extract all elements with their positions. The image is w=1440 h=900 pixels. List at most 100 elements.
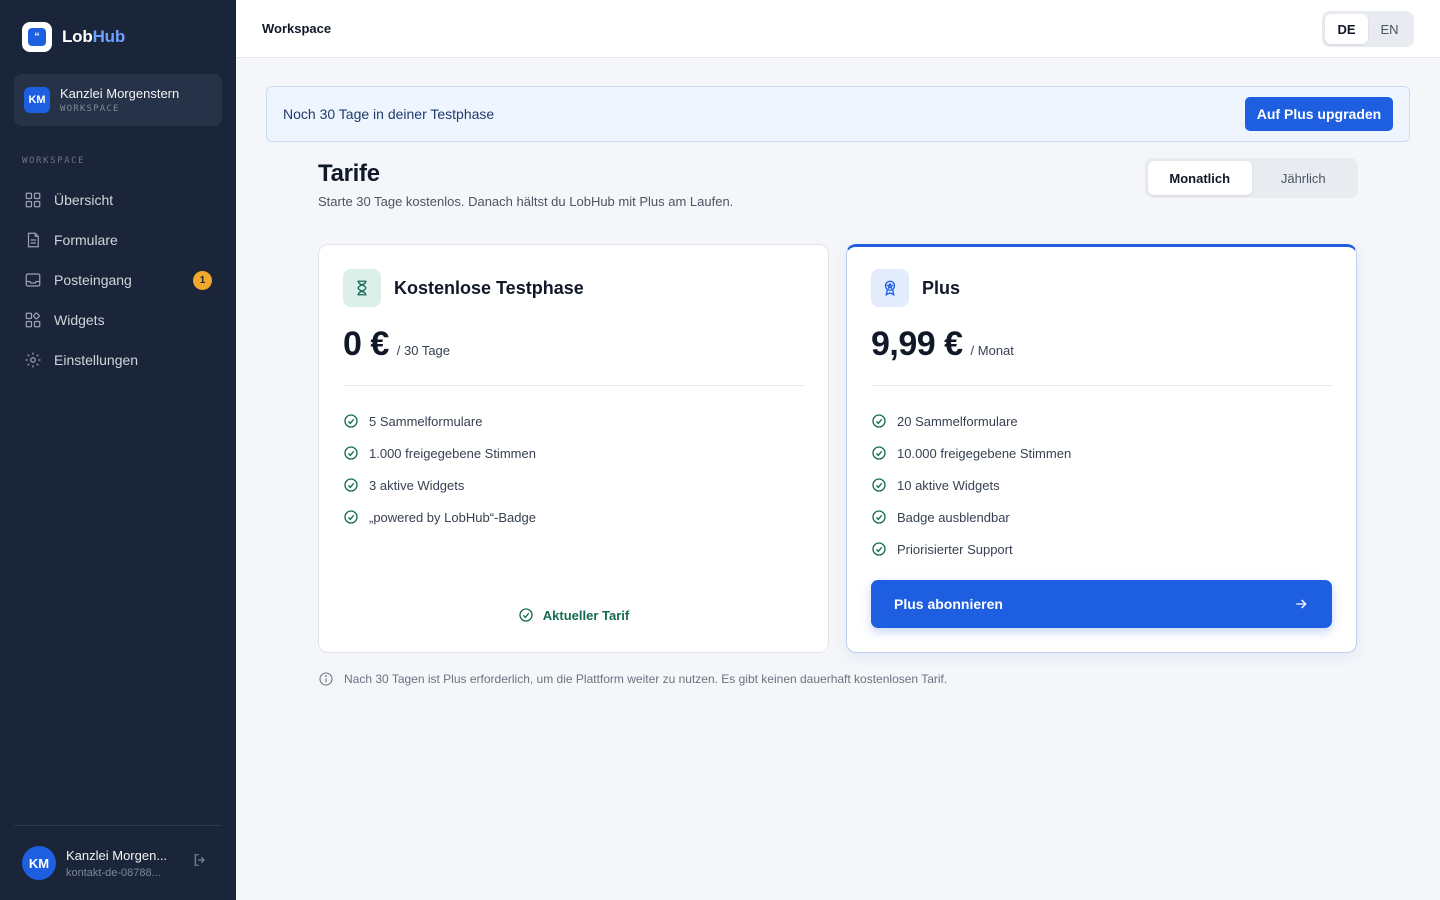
quote-icon: “ xyxy=(28,28,46,46)
list-item: „powered by LobHub“-Badge xyxy=(343,501,536,533)
user-email: kontakt-de-08788... xyxy=(66,866,161,879)
billing-yearly-tab[interactable]: Jährlich xyxy=(1252,161,1356,195)
pricing-subtitle: Starte 30 Tage kostenlos. Danach hältst … xyxy=(318,194,734,209)
brand[interactable]: “ LobHub xyxy=(22,22,125,52)
inbox-count-badge: 1 xyxy=(193,270,212,290)
lang-de-button[interactable]: DE xyxy=(1325,14,1368,44)
plan-card-free: Kostenlose Testphase 0 € / 30 Tage 5 Sam… xyxy=(318,244,829,653)
check-circle-icon xyxy=(872,510,886,524)
check-circle-icon xyxy=(344,478,358,492)
price-unit: / 30 Tage xyxy=(396,343,451,358)
sidebar-item-label: Einstellungen xyxy=(54,352,139,368)
sidebar-item-label: Posteingang xyxy=(54,272,132,288)
sidebar-item-label: Übersicht xyxy=(54,192,114,208)
upgrade-button[interactable]: Auf Plus upgraden xyxy=(1245,97,1393,131)
feature-label: 10.000 freigegebene Stimmen xyxy=(897,445,1072,461)
language-switch: DE EN xyxy=(1322,11,1414,47)
avatar[interactable]: KM xyxy=(22,846,56,880)
lang-en-button[interactable]: EN xyxy=(1368,14,1411,44)
inbox-icon xyxy=(25,273,41,287)
feature-list: 20 Sammelformulare 10.000 freigegebene S… xyxy=(871,405,1071,565)
brand-logo-icon: “ xyxy=(22,22,52,52)
trial-note: Nach 30 Tagen ist Plus erforderlich, um … xyxy=(318,671,947,687)
document-icon xyxy=(27,232,39,248)
check-circle-icon xyxy=(344,446,358,460)
subscribe-plus-button[interactable]: Plus abonnieren xyxy=(871,580,1332,628)
trial-banner: Noch 30 Tage in deiner Testphase Auf Plu… xyxy=(266,86,1410,142)
sidebar-item-label: Widgets xyxy=(54,312,105,328)
price-amount: 9,99 € xyxy=(871,325,963,363)
workspace-switcher[interactable]: KM Kanzlei Morgenstern WORKSPACE xyxy=(14,74,222,126)
plan-title: Plus xyxy=(922,277,961,298)
check-circle-icon xyxy=(872,446,886,460)
plan-price: 9,99 € / Monat xyxy=(871,325,1014,364)
check-circle-icon xyxy=(344,414,358,428)
topbar: Workspace DE EN xyxy=(236,0,1440,58)
current-plan-label: Aktueller Tarif xyxy=(542,607,630,623)
subscribe-label: Plus abonnieren xyxy=(894,596,1003,612)
feature-label: „powered by LobHub“-Badge xyxy=(369,509,536,525)
list-item: 10.000 freigegebene Stimmen xyxy=(871,437,1071,469)
list-item: 20 Sammelformulare xyxy=(871,405,1071,437)
workspace-label: WORKSPACE xyxy=(60,104,120,114)
grid-icon xyxy=(25,192,41,208)
divider xyxy=(343,385,804,386)
list-item: 1.000 freigegebene Stimmen xyxy=(343,437,536,469)
price-unit: / Monat xyxy=(970,343,1014,358)
nav-section-label: WORKSPACE xyxy=(22,156,86,166)
list-item: 5 Sammelformulare xyxy=(343,405,536,437)
list-item: Priorisierter Support xyxy=(871,533,1071,565)
workspace-name: Kanzlei Morgenstern xyxy=(60,86,180,101)
workspace-avatar: KM xyxy=(24,87,50,113)
feature-label: 3 aktive Widgets xyxy=(369,477,465,493)
brand-name: LobHub xyxy=(62,27,125,47)
billing-period-toggle: Monatlich Jährlich xyxy=(1145,158,1358,198)
hourglass-icon xyxy=(343,269,381,307)
plan-price: 0 € / 30 Tage xyxy=(343,325,450,364)
feature-label: Badge ausblendbar xyxy=(897,509,1010,525)
feature-label: 10 aktive Widgets xyxy=(897,477,1000,493)
sidebar-item-uebersicht[interactable]: Übersicht xyxy=(14,180,222,220)
sidebar: “ LobHub KM Kanzlei Morgenstern WORKSPAC… xyxy=(0,0,236,900)
gear-icon xyxy=(25,352,41,368)
sidebar-item-posteingang[interactable]: Posteingang 1 xyxy=(14,260,222,300)
sidebar-item-einstellungen[interactable]: Einstellungen xyxy=(14,340,222,380)
feature-list: 5 Sammelformulare 1.000 freigegebene Sti… xyxy=(343,405,536,533)
user-profile: KM Kanzlei Morgen... kontakt-de-08788... xyxy=(14,825,222,900)
widgets-icon xyxy=(25,312,41,328)
sidebar-item-widgets[interactable]: Widgets xyxy=(14,300,222,340)
plan-header: Kostenlose Testphase xyxy=(343,269,584,307)
list-item: 10 aktive Widgets xyxy=(871,469,1071,501)
page-title: Workspace xyxy=(262,21,332,36)
brand-name-part2: Hub xyxy=(92,27,126,46)
feature-label: 5 Sammelformulare xyxy=(369,413,483,429)
logout-icon[interactable] xyxy=(192,852,208,868)
brand-name-part1: Lob xyxy=(62,27,93,46)
check-circle-icon xyxy=(872,478,886,492)
trial-banner-text: Noch 30 Tage in deiner Testphase xyxy=(283,106,495,122)
sidebar-item-formulare[interactable]: Formulare xyxy=(14,220,222,260)
plan-header: Plus xyxy=(871,269,960,307)
list-item: 3 aktive Widgets xyxy=(343,469,536,501)
billing-monthly-tab[interactable]: Monatlich xyxy=(1148,161,1252,195)
divider xyxy=(871,385,1332,386)
feature-label: Priorisierter Support xyxy=(897,541,1013,557)
sidebar-item-label: Formulare xyxy=(54,232,118,248)
feature-label: 1.000 freigegebene Stimmen xyxy=(369,445,536,461)
pricing-title: Tarife xyxy=(318,160,380,187)
price-amount: 0 € xyxy=(343,325,389,363)
award-icon xyxy=(871,269,909,307)
sidebar-nav: Übersicht Formulare Posteingang 1 Widget… xyxy=(14,180,222,380)
check-circle-icon xyxy=(344,510,358,524)
feature-label: 20 Sammelformulare xyxy=(897,413,1018,429)
check-circle-icon xyxy=(872,542,886,556)
user-name: Kanzlei Morgen... xyxy=(66,847,168,863)
check-circle-icon xyxy=(519,608,533,622)
plan-title: Kostenlose Testphase xyxy=(394,277,584,298)
list-item: Badge ausblendbar xyxy=(871,501,1071,533)
plan-card-plus: Plus 9,99 € / Monat 20 Sammelformulare 1… xyxy=(846,244,1357,653)
trial-note-text: Nach 30 Tagen ist Plus erforderlich, um … xyxy=(344,672,948,686)
info-icon xyxy=(319,672,333,686)
current-plan-indicator: Aktueller Tarif xyxy=(319,607,828,623)
arrow-right-icon xyxy=(1296,599,1307,609)
